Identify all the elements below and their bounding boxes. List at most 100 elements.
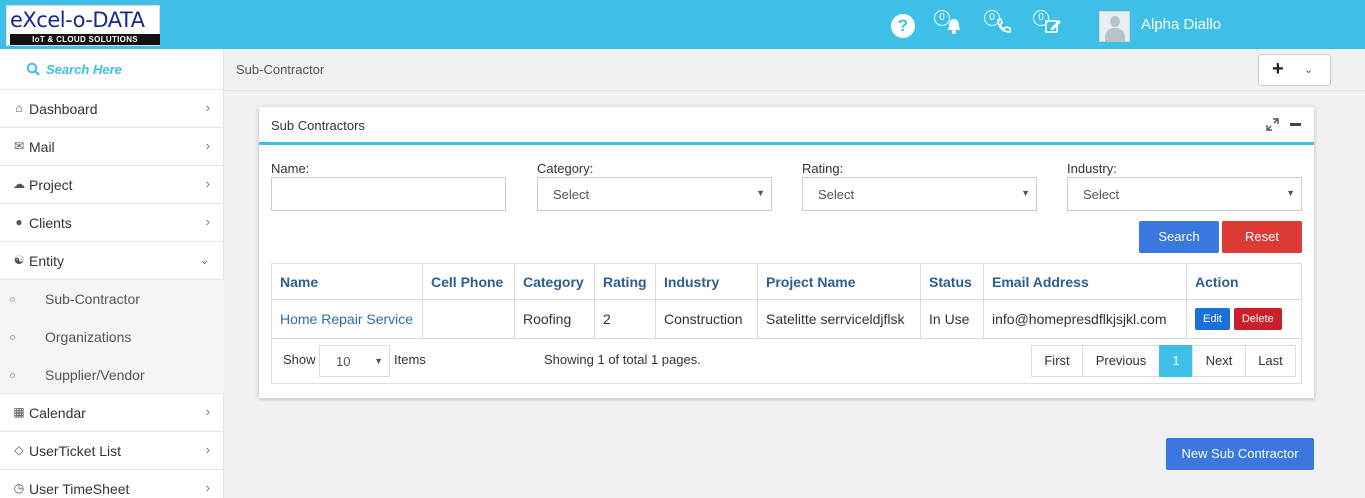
sidebar-item-label: Project	[29, 177, 73, 193]
reset-button[interactable]: Reset	[1222, 221, 1302, 253]
industry-label: Industry:	[1067, 161, 1117, 176]
cell-name-link[interactable]: Home Repair Service	[271, 299, 423, 339]
pager-last[interactable]: Last	[1245, 345, 1296, 377]
chevron-right-icon: ›	[205, 404, 210, 419]
rating-select[interactable]: Select ▼	[802, 177, 1037, 211]
sidebar-subitem-sub-contractor[interactable]: Sub-Contractor	[0, 280, 224, 318]
expand-icon[interactable]	[1266, 118, 1279, 131]
caret-down-icon: ▼	[756, 188, 765, 198]
bell-icon	[948, 19, 960, 34]
sidebar-item-label: Clients	[29, 215, 72, 231]
sidebar-item-label: UserTicket List	[29, 443, 122, 459]
col-header-action: Action	[1186, 263, 1302, 300]
chevron-right-icon: ›	[205, 214, 210, 229]
pagination-bar: Show 10 ▼ Items Showing 1 of total 1 pag…	[271, 338, 1302, 384]
edit-icon	[1045, 20, 1061, 33]
cell-rating: 2	[594, 299, 656, 339]
sidebar-item-label: User TimeSheet	[29, 481, 130, 497]
calendar-icon: ▦	[13, 405, 25, 419]
help-icon[interactable]: ?	[891, 14, 915, 38]
user-icon: ●	[15, 215, 23, 229]
cell-email: info@homepresdflkjsjkl.com	[983, 299, 1187, 339]
category-select[interactable]: Select ▼	[537, 177, 772, 211]
breadcrumb-bar: Sub-Contractor + ⌄	[225, 49, 1365, 91]
sidebar-subitem-supplier-vendor[interactable]: Supplier/Vendor	[0, 356, 224, 394]
chevron-right-icon: ›	[205, 442, 210, 457]
rating-select-value: Select	[818, 187, 855, 202]
add-menu-button[interactable]: + ⌄	[1258, 54, 1331, 86]
avatar[interactable]	[1099, 11, 1130, 42]
name-label: Name:	[271, 161, 310, 176]
phone-icon	[997, 17, 1011, 33]
sidebar-item-mail[interactable]: ✉ Mail ›	[0, 128, 224, 166]
logo[interactable]: eXcel-o-DATA IoT & CLOUD SOLUTIONS	[6, 5, 160, 46]
chevron-right-icon: ›	[205, 176, 210, 191]
table-header-row: Name Cell Phone Category Rating Industry…	[271, 263, 1302, 300]
page-size-value: 10	[336, 354, 351, 369]
items-label: Items	[394, 352, 426, 367]
panel-header: Sub Contractors	[259, 107, 1314, 145]
page-size-select[interactable]: 10 ▼	[319, 345, 390, 377]
search-icon	[26, 62, 40, 76]
table-row: Home Repair Service Roofing 2 Constructi…	[271, 299, 1302, 339]
chevron-down-icon: ⌄	[1304, 64, 1314, 76]
sidebar-item-label: Entity	[29, 253, 65, 269]
pager-next[interactable]: Next	[1192, 345, 1246, 377]
delete-button[interactable]: Delete	[1233, 308, 1282, 330]
chevron-right-icon: ›	[205, 138, 210, 153]
edit-button[interactable]: Edit	[1195, 308, 1230, 330]
sidebar-item-clients[interactable]: ● Clients ›	[0, 204, 224, 242]
sidebar-subitem-label: Sub-Contractor	[45, 291, 140, 307]
page-info: Showing 1 of total 1 pages.	[544, 352, 701, 367]
caret-down-icon: ▼	[374, 356, 383, 366]
sidebar-item-label: Mail	[29, 139, 55, 155]
user-name[interactable]: Alpha Diallo	[1141, 16, 1221, 33]
sidebar-subitem-label: Supplier/Vendor	[45, 367, 145, 383]
col-header-name[interactable]: Name	[271, 263, 423, 300]
cell-project-name: Satelitte serrviceldjflsk	[757, 299, 921, 339]
sidebar-subitem-organizations[interactable]: Organizations	[0, 318, 224, 356]
cell-action: Edit Delete	[1186, 299, 1302, 339]
sidebar-item-user-timesheet[interactable]: ◷ User TimeSheet ›	[0, 470, 224, 498]
col-header-status[interactable]: Status	[920, 263, 984, 300]
industry-select-value: Select	[1083, 187, 1120, 202]
users-icon: ☯	[13, 253, 25, 267]
sidebar-item-dashboard[interactable]: ⌂ Dashboard ›	[0, 90, 224, 128]
sidebar-item-project[interactable]: ☁ Project ›	[0, 166, 224, 204]
sub-contractors-panel: Sub Contractors Name: Category: Select ▼…	[259, 107, 1314, 398]
cell-category: Roofing	[514, 299, 595, 339]
col-header-cell-phone[interactable]: Cell Phone	[422, 263, 515, 300]
ticket-icon: ◇	[14, 443, 24, 457]
col-header-email[interactable]: Email Address	[983, 263, 1187, 300]
search-input[interactable]: Search Here	[46, 62, 122, 77]
clock-icon: ◷	[13, 481, 25, 495]
col-header-rating[interactable]: Rating	[594, 263, 656, 300]
rating-label: Rating:	[802, 161, 844, 176]
pager-page-1[interactable]: 1	[1159, 345, 1193, 377]
category-select-value: Select	[553, 187, 590, 202]
minimize-icon[interactable]	[1290, 123, 1301, 126]
new-sub-contractor-button[interactable]: New Sub Contractor	[1166, 438, 1314, 470]
chevron-down-icon: ⌄	[199, 252, 210, 267]
sidebar-item-entity[interactable]: ☯ Entity ⌄	[0, 242, 224, 280]
plus-icon: +	[1272, 58, 1284, 80]
show-label: Show	[283, 352, 316, 367]
envelope-icon: ✉	[13, 139, 25, 153]
pager-previous[interactable]: Previous	[1082, 345, 1160, 377]
sidebar-item-userticket-list[interactable]: ◇ UserTicket List ›	[0, 432, 224, 470]
col-header-industry[interactable]: Industry	[655, 263, 758, 300]
search-button[interactable]: Search	[1139, 221, 1219, 253]
logo-text: eXcel-o-DATA	[10, 8, 145, 32]
bullet-icon	[10, 373, 15, 378]
cell-cell-phone	[422, 299, 515, 339]
sidebar-search[interactable]: Search Here	[0, 49, 224, 90]
pager-first[interactable]: First	[1031, 345, 1083, 377]
col-header-project-name[interactable]: Project Name	[757, 263, 921, 300]
col-header-category[interactable]: Category	[514, 263, 595, 300]
panel-title: Sub Contractors	[271, 118, 365, 133]
name-input[interactable]	[271, 177, 506, 211]
sidebar-subitem-label: Organizations	[45, 329, 132, 345]
sidebar-item-calendar[interactable]: ▦ Calendar ›	[0, 394, 224, 432]
home-icon: ⌂	[15, 101, 23, 115]
industry-select[interactable]: Select ▼	[1067, 177, 1302, 211]
